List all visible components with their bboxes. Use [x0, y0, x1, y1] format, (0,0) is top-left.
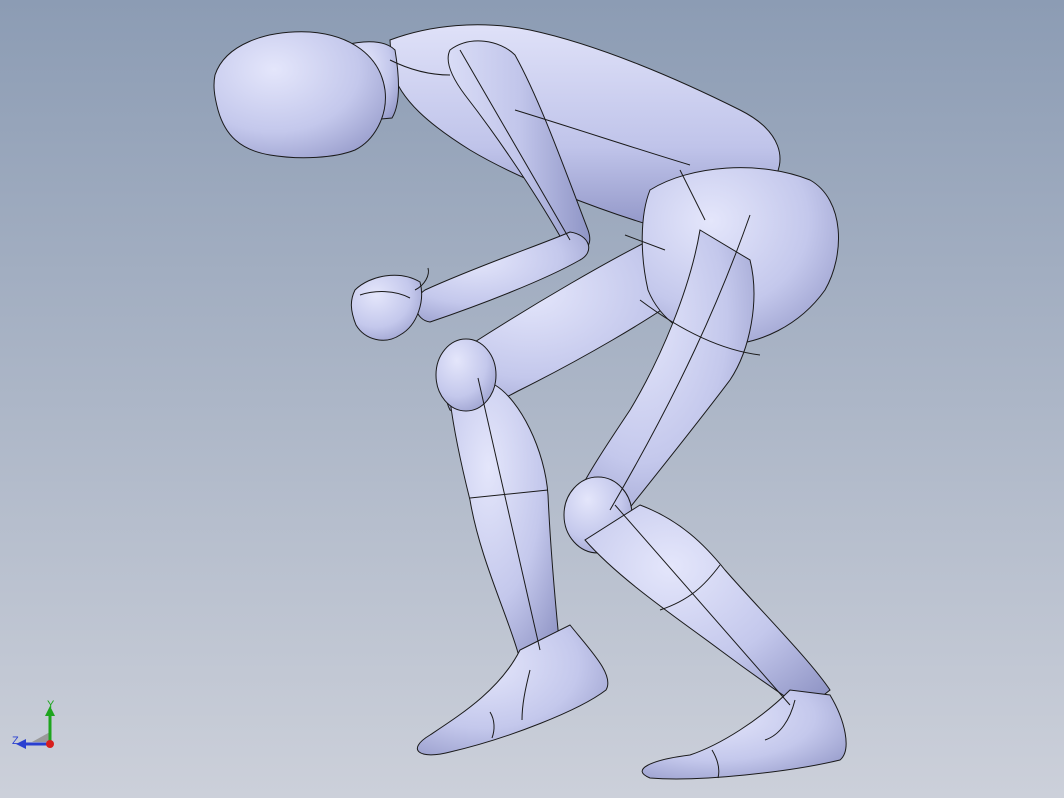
far-knee[interactable]: [435, 338, 497, 412]
z-axis-label: Z: [12, 735, 19, 747]
model-canvas[interactable]: [0, 0, 1064, 798]
y-axis-label: Y: [47, 699, 55, 711]
head[interactable]: [213, 31, 386, 159]
x-axis-dot: [46, 740, 54, 748]
triad-plane: [32, 732, 50, 742]
coordinate-triad-icon: Y Z: [8, 698, 64, 758]
graphics-viewport[interactable]: Y Z: [0, 0, 1064, 798]
